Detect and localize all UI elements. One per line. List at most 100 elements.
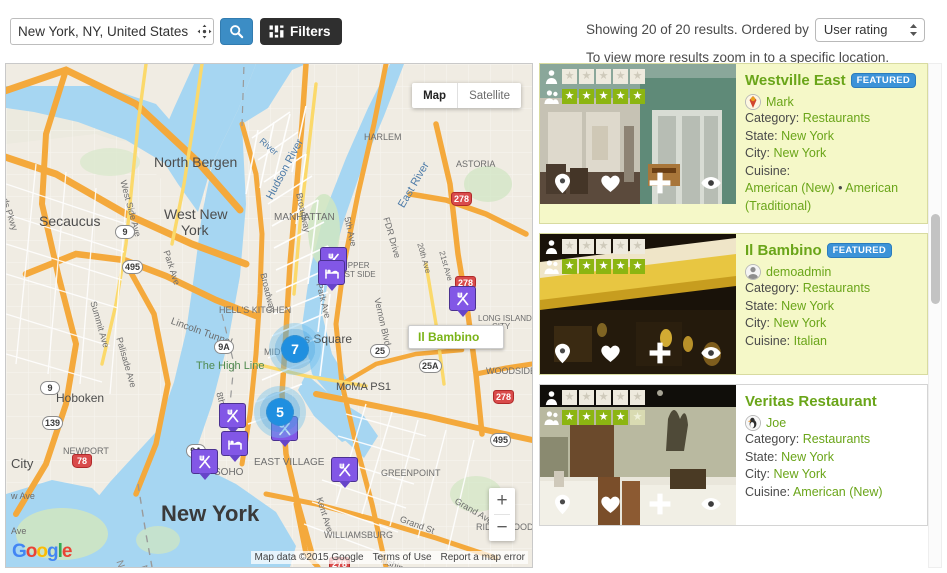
result-card[interactable]: ★ ★ ★ ★ ★ ★ ★ ★ ★ ★ Veritas Restaurant Joe Category:…	[539, 384, 928, 526]
star: ★	[562, 89, 577, 104]
results-list[interactable]: ★ ★ ★ ★ ★ ★ ★ ★ ★ ★ Westville East FEATURED Mark Cate…	[539, 63, 934, 568]
result-card[interactable]: ★ ★ ★ ★ ★ ★ ★ ★ ★ ★ Westville East FEATURED Mark Cate…	[539, 63, 928, 224]
lodging-marker[interactable]	[318, 260, 345, 291]
user-stars: ★ ★ ★ ★ ★	[562, 259, 645, 274]
search-input[interactable]	[18, 24, 195, 39]
map-pin-icon[interactable]	[554, 173, 571, 194]
filters-button[interactable]: Filters	[260, 18, 342, 45]
result-details: Il Bambino FEATURED demoadmin Category: Res…	[736, 234, 927, 374]
results-scrollbar-thumb[interactable]	[931, 214, 940, 304]
cuisine-separator: •	[838, 181, 843, 195]
top-toolbar: Filters Showing 20 of 20 results. Ordere…	[0, 0, 947, 65]
result-photo[interactable]: ★ ★ ★ ★ ★ ★ ★ ★ ★ ★	[540, 234, 736, 374]
crosshair-icon[interactable]	[197, 24, 212, 39]
zoom-in-button[interactable]: +	[489, 488, 515, 514]
map-panel[interactable]: North Bergen Secaucus West New York New York…	[5, 63, 533, 568]
result-photo[interactable]: ★ ★ ★ ★ ★ ★ ★ ★ ★ ★	[540, 385, 736, 525]
user-rating-row: ★ ★ ★ ★ ★	[544, 410, 645, 425]
result-field-value[interactable]: New York	[773, 316, 826, 330]
restaurant-marker[interactable]	[331, 457, 358, 488]
map-type-satellite-button[interactable]: Satellite	[458, 83, 521, 108]
result-field-value[interactable]: New York	[773, 467, 826, 481]
result-title[interactable]: Westville East	[745, 72, 846, 89]
map-route-shield: 495	[122, 260, 144, 274]
result-field-label: State:	[745, 128, 778, 143]
map-route-shield: 78	[72, 454, 92, 468]
star: ★	[596, 239, 611, 254]
result-field: State: New York	[745, 298, 918, 316]
heart-icon[interactable]	[600, 174, 621, 193]
result-field-value[interactable]: Restaurants	[803, 111, 870, 125]
marker-body	[449, 286, 476, 311]
result-field-value[interactable]: Restaurants	[803, 281, 870, 295]
map-route-shield: 25	[370, 344, 390, 358]
map-pin-icon[interactable]	[554, 343, 571, 364]
map-cluster-count: 5	[267, 399, 293, 425]
map-route-shield: 139	[42, 416, 64, 430]
result-action-bar	[540, 493, 736, 515]
eye-icon[interactable]	[700, 497, 722, 511]
heart-icon[interactable]	[600, 495, 621, 514]
result-field: Cuisine: American (New)	[745, 484, 918, 502]
plus-icon[interactable]	[649, 342, 671, 364]
map-info-window[interactable]: Il Bambino	[408, 325, 505, 349]
editor-rating-row: ★ ★ ★ ★ ★	[544, 390, 645, 405]
author-name[interactable]: demoadmin	[766, 265, 831, 279]
result-photo[interactable]: ★ ★ ★ ★ ★ ★ ★ ★ ★ ★	[540, 64, 736, 204]
result-card[interactable]: ★ ★ ★ ★ ★ ★ ★ ★ ★ ★ Il Bambino FEATURED demoadmin Cat…	[539, 233, 928, 375]
eye-icon[interactable]	[700, 176, 722, 190]
result-field-value[interactable]: New York	[781, 450, 834, 464]
result-field: State: New York	[745, 128, 918, 146]
result-field-label: State:	[745, 298, 778, 313]
result-action-bar	[540, 342, 736, 364]
result-field-value[interactable]: New York	[781, 299, 834, 313]
star: ★	[613, 390, 628, 405]
heart-icon[interactable]	[600, 344, 621, 363]
star: ★	[596, 390, 611, 405]
star: ★	[630, 410, 645, 425]
star: ★	[579, 89, 594, 104]
terms-of-use-link[interactable]: Terms of Use	[373, 552, 432, 563]
author-name[interactable]: Joe	[766, 416, 786, 430]
map-cluster-marker[interactable]: 7	[269, 323, 321, 375]
result-field-label: City:	[745, 316, 770, 330]
eye-icon[interactable]	[700, 346, 722, 360]
result-field-value[interactable]: New York	[773, 146, 826, 160]
result-details: Westville East FEATURED Mark Category: Rest…	[736, 64, 927, 223]
result-field-value[interactable]: Restaurants	[803, 432, 870, 446]
result-title[interactable]: Veritas Restaurant	[745, 393, 877, 410]
star: ★	[630, 89, 645, 104]
result-field-value[interactable]: Italian	[794, 334, 827, 348]
result-field-value[interactable]: American (New)	[793, 485, 883, 499]
star: ★	[613, 239, 628, 254]
location-search-box[interactable]	[10, 18, 214, 45]
map-zoom-control[interactable]: + −	[489, 488, 515, 541]
zoom-out-button[interactable]: −	[489, 515, 515, 541]
results-scrollbar[interactable]	[928, 63, 942, 568]
plus-icon[interactable]	[649, 493, 671, 515]
star: ★	[613, 410, 628, 425]
lodging-marker[interactable]	[221, 431, 248, 462]
author-name[interactable]: Mark	[766, 95, 794, 109]
editor-stars: ★ ★ ★ ★ ★	[562, 239, 645, 254]
map-type-map-button[interactable]: Map	[412, 83, 459, 108]
map-type-control[interactable]: Map Satellite	[412, 83, 521, 108]
plus-icon[interactable]	[649, 172, 671, 194]
map-cluster-marker[interactable]: 5	[254, 386, 306, 438]
order-by-value: User rating	[823, 22, 888, 37]
result-author: demoadmin	[745, 264, 918, 280]
map-route-shield: 278	[451, 192, 473, 206]
search-results-page: Filters Showing 20 of 20 results. Ordere…	[0, 0, 947, 573]
order-by-select[interactable]: User rating	[814, 18, 925, 42]
cuisine-tag[interactable]: American (New)	[745, 181, 835, 195]
result-title[interactable]: Il Bambino	[745, 242, 822, 259]
restaurant-marker[interactable]	[191, 449, 218, 480]
map-pin-icon[interactable]	[554, 494, 571, 515]
search-button[interactable]	[220, 18, 253, 45]
report-map-error-link[interactable]: Report a map error	[441, 552, 525, 563]
restaurant-marker[interactable]	[449, 286, 476, 317]
restaurant-marker[interactable]	[219, 403, 246, 434]
map-cluster-count: 7	[282, 336, 308, 362]
result-field-value[interactable]: New York	[781, 129, 834, 143]
map-route-shield: 25A	[419, 359, 442, 373]
